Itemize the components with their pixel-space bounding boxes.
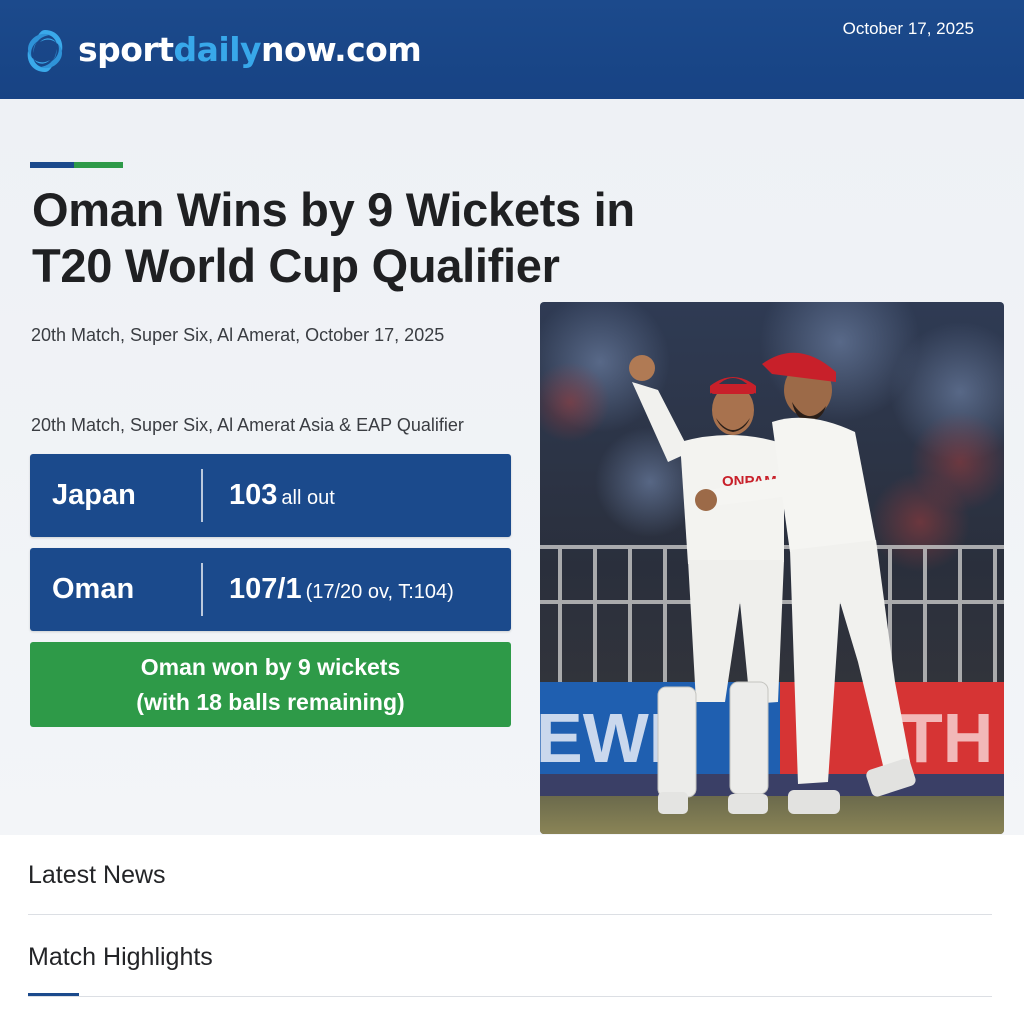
result-line-2: (with 18 balls remaining) [136, 689, 405, 715]
accent-green-segment [74, 162, 123, 168]
article-headline[interactable]: Oman Wins by 9 Wickets in T20 World Cup … [32, 182, 672, 294]
section-match-highlights[interactable]: Match Highlights [28, 942, 213, 972]
logo-part-now: now.com [261, 30, 422, 69]
match-subline: 20th Match, Super Six, Al Amerat Asia & … [31, 415, 464, 435]
match-result-banner: Oman won by 9 wickets (with 18 balls rem… [30, 642, 511, 727]
team-score: 103 all out [229, 454, 335, 540]
score-divider [201, 563, 203, 616]
logo-part-sport: sport [78, 30, 174, 69]
banner-text-right: TH [900, 699, 993, 777]
score-row-oman: Oman 107/1 (17/20 ov, T:104) [30, 548, 511, 631]
headline-accent-bar [30, 162, 123, 168]
banner-text-left: EWI [540, 699, 668, 777]
headline-line-2: T20 World Cup Qualifier [32, 239, 560, 292]
result-line-1: Oman won by 9 wickets [140, 654, 401, 680]
article-dateline: 20th Match, Super Six, Al Amerat, Octobe… [31, 325, 445, 345]
article-photo[interactable]: EWI TH ONPAM [540, 302, 1004, 834]
accent-blue-segment [30, 162, 74, 168]
section-divider [28, 996, 992, 997]
team-name: Japan [52, 479, 136, 511]
logo-part-daily: daily [173, 30, 262, 69]
section-divider [28, 914, 992, 915]
site-logo[interactable]: sportdailynow.com [78, 29, 422, 71]
site-header: sportdailynow.com October 17, 2025 [0, 0, 1024, 99]
headline-line-1: Oman Wins by 9 Wickets in [32, 183, 635, 236]
score-value: 103 [229, 479, 278, 511]
team-score: 107/1 (17/20 ov, T:104) [229, 548, 454, 634]
celebrating-players-photo: EWI TH ONPAM [540, 302, 1004, 834]
score-detail: (17/20 ov, T:104) [305, 581, 454, 603]
score-value: 107/1 [229, 573, 302, 605]
score-detail: all out [281, 487, 335, 509]
score-row-japan: Japan 103 all out [30, 454, 511, 537]
section-latest-news[interactable]: Latest News [28, 860, 166, 890]
score-divider [201, 469, 203, 522]
team-name: Oman [52, 573, 135, 605]
header-date: October 17, 2025 [842, 19, 974, 38]
swirl-logo-icon[interactable] [24, 26, 66, 76]
